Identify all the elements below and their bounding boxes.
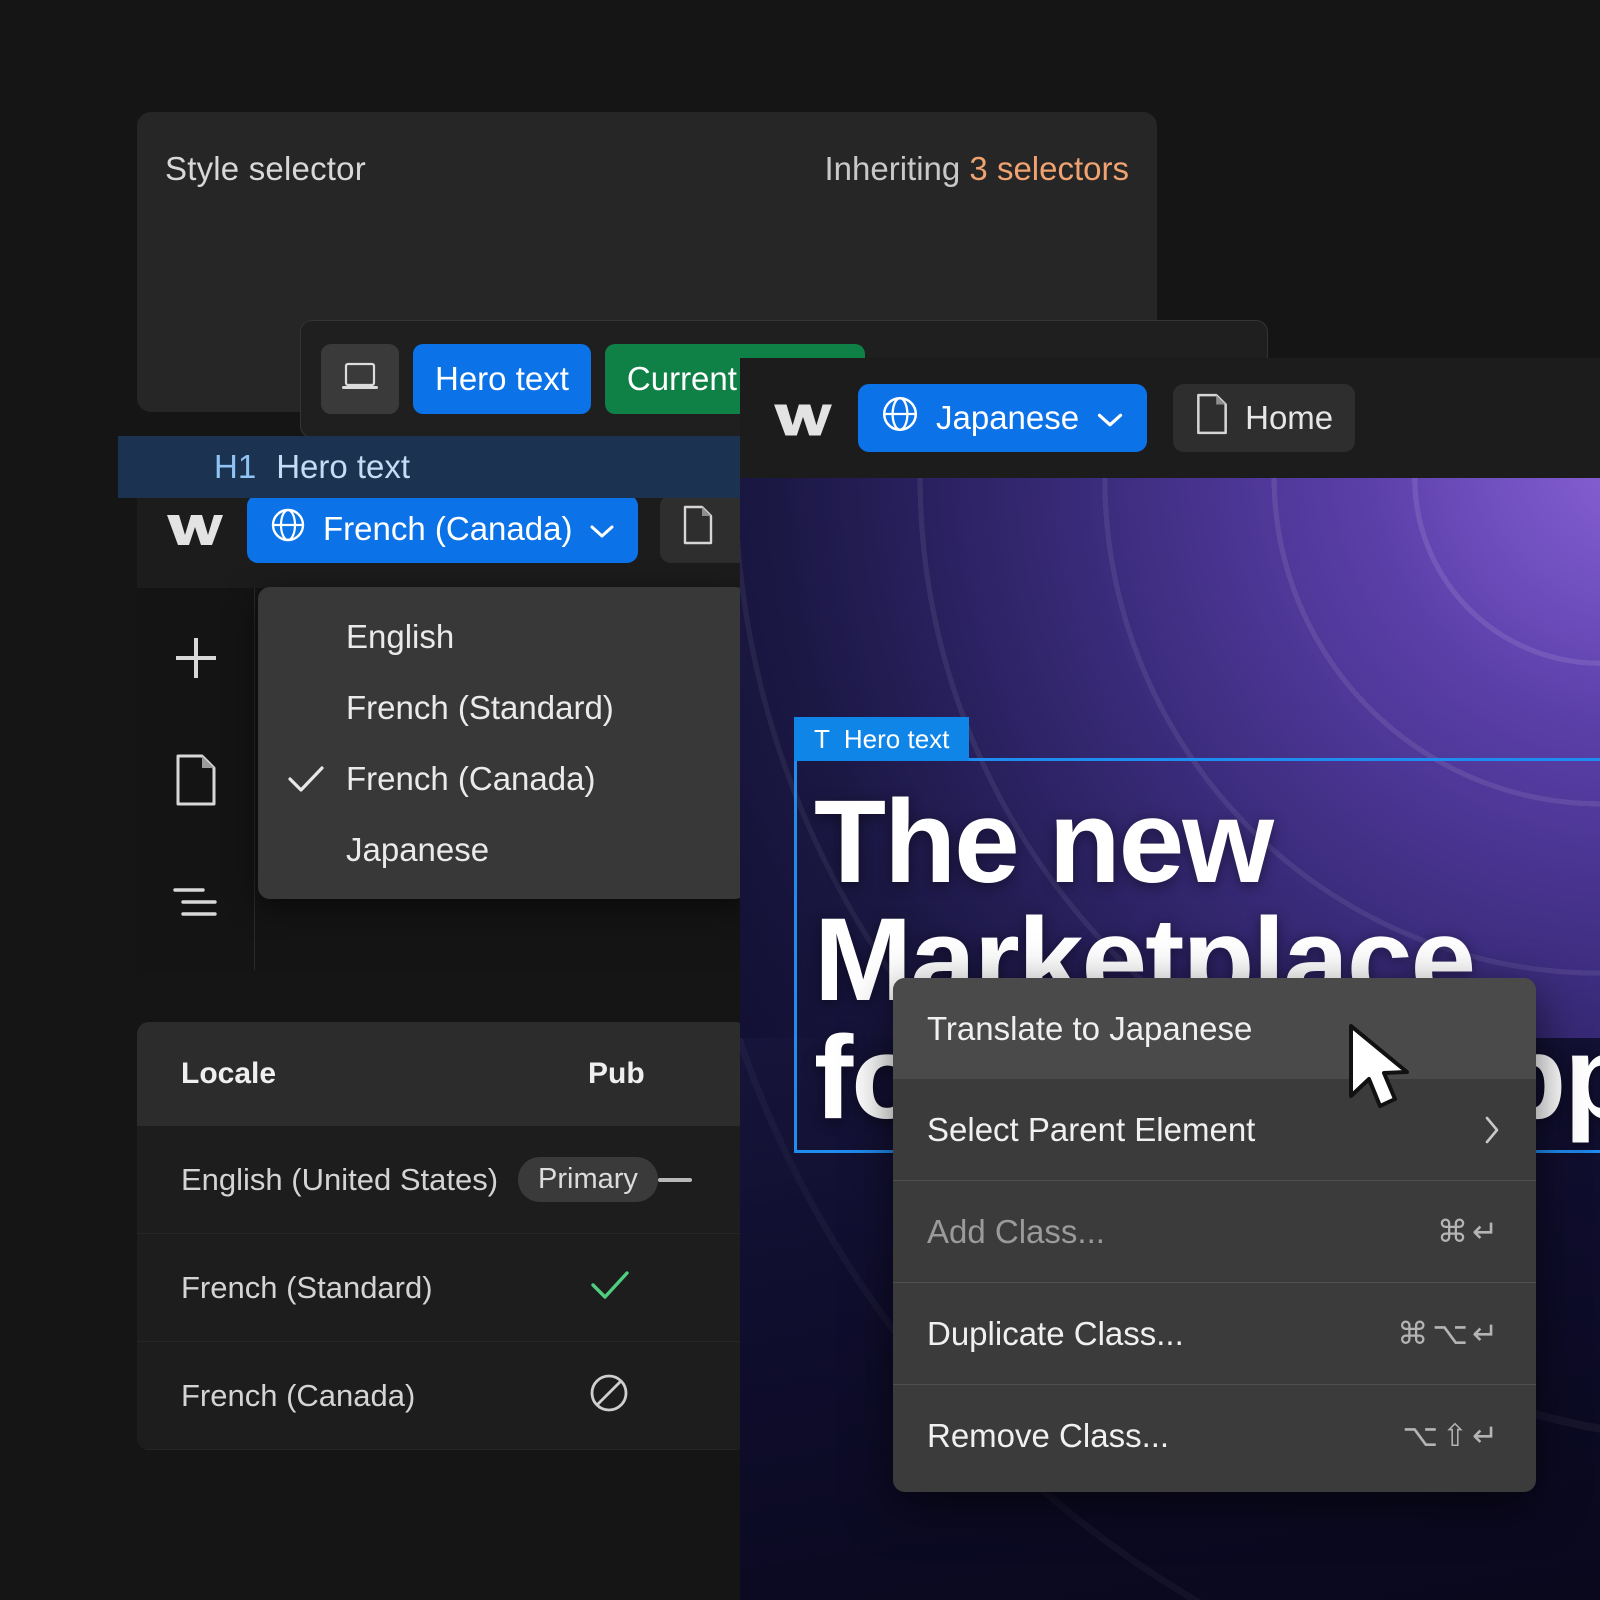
context-menu-item-shortcut: ⌘↵ [1437, 1214, 1502, 1250]
table-row[interactable]: French (Standard) [137, 1234, 747, 1342]
blocked-icon [588, 1372, 630, 1419]
locale-cell: English (United States) Primary [181, 1157, 658, 1202]
context-menu-item-label: Translate to Japanese [927, 1010, 1252, 1048]
context-menu-item-label: Select Parent Element [927, 1111, 1255, 1149]
published-cell [658, 1178, 703, 1182]
locale-name: French (Standard) [181, 1270, 433, 1306]
chevron-down-icon [588, 510, 616, 548]
globe-icon [269, 506, 307, 552]
add-icon[interactable] [166, 628, 226, 688]
hero-line-1: The new [814, 783, 1600, 901]
page-icon [1195, 393, 1229, 443]
dash-icon [658, 1178, 692, 1182]
locale-selector-button[interactable]: French (Canada) [247, 495, 638, 563]
text-element-icon: T [814, 724, 830, 755]
chevron-right-icon [1482, 1114, 1502, 1146]
canvas-page-selector-button[interactable]: Home [1173, 384, 1355, 452]
locale-menu-item-label: Japanese [346, 831, 489, 869]
locale-menu-item-french-canada[interactable]: French (Canada) [258, 743, 747, 814]
context-menu-item-add-class[interactable]: Add Class... ⌘↵ [893, 1181, 1536, 1282]
locale-table-header: Locale Pub [137, 1022, 747, 1126]
desktop-icon [341, 362, 379, 397]
locale-name: French (Canada) [181, 1378, 415, 1414]
status-badge: Primary [518, 1157, 658, 1202]
locale-name: English (United States) [181, 1162, 498, 1198]
column-header-locale: Locale [181, 1057, 588, 1091]
context-menu-item-duplicate-class[interactable]: Duplicate Class... ⌘⌥↵ [893, 1283, 1536, 1384]
inheriting-prefix: Inheriting [824, 150, 969, 187]
locale-menu-item-english[interactable]: English [258, 601, 747, 672]
context-menu-item-label: Duplicate Class... [927, 1315, 1184, 1353]
page-selector-button[interactable] [660, 495, 752, 563]
desktop-breakpoint-button[interactable] [321, 344, 399, 414]
navigator-row-label: Hero text [276, 448, 410, 486]
chevron-down-icon [1095, 399, 1125, 437]
locale-table: Locale Pub English (United States) Prima… [137, 1022, 747, 1450]
check-icon [284, 764, 328, 794]
canvas-locale-selector-button[interactable]: Japanese [858, 384, 1147, 452]
column-header-published: Pub [588, 1057, 703, 1091]
locale-cell: French (Standard) [181, 1270, 588, 1306]
page-title: Style selector [165, 150, 366, 188]
globe-icon [880, 394, 920, 442]
check-icon [588, 1268, 632, 1307]
locale-menu-item-label: English [346, 618, 454, 656]
published-cell [588, 1268, 703, 1307]
tool-rail [137, 588, 255, 970]
locale-selector-label: French (Canada) [323, 510, 572, 548]
locale-menu-item-label: French (Standard) [346, 689, 614, 727]
inheriting-count: 3 selectors [969, 150, 1129, 187]
style-selector-header: Style selector Inheriting 3 selectors [165, 150, 1129, 188]
context-menu-item-shortcut: ⌘⌥↵ [1397, 1316, 1502, 1352]
table-row[interactable]: English (United States) Primary [137, 1126, 747, 1234]
navigator-row-tag: H1 [214, 448, 256, 486]
webflow-logo [165, 507, 225, 551]
locale-menu-item-label: French (Canada) [346, 760, 595, 798]
context-menu-item-shortcut: ⌥⇧↵ [1402, 1418, 1502, 1454]
canvas-page-selector-label: Home [1245, 399, 1333, 437]
screenshot-root: Style selector Inheriting 3 selectors He… [0, 0, 1600, 1600]
locale-menu-item-japanese[interactable]: Japanese [258, 814, 747, 885]
table-row[interactable]: French (Canada) [137, 1342, 747, 1450]
context-menu-item-label: Remove Class... [927, 1417, 1169, 1455]
published-cell [588, 1372, 703, 1419]
context-menu-item-remove-class[interactable]: Remove Class... ⌥⇧↵ [893, 1385, 1536, 1486]
navigator-icon[interactable] [166, 872, 226, 932]
webflow-logo [772, 396, 832, 440]
context-menu-item-label: Add Class... [927, 1213, 1105, 1251]
page-icon [682, 505, 714, 553]
inheriting-status: Inheriting 3 selectors [824, 150, 1129, 188]
selection-label-badge: T Hero text [794, 717, 969, 761]
locale-dropdown-menu: English French (Standard) French (Canada… [258, 587, 747, 899]
context-menu-item-translate[interactable]: Translate to Japanese [893, 978, 1536, 1079]
style-chip-hero-text[interactable]: Hero text [413, 344, 591, 414]
pages-icon[interactable] [166, 750, 226, 810]
canvas-locale-selector-label: Japanese [936, 399, 1079, 437]
navigator-row-selected[interactable]: H1 Hero text [118, 436, 747, 498]
context-menu-item-select-parent[interactable]: Select Parent Element [893, 1079, 1536, 1180]
selection-label: Hero text [844, 724, 950, 755]
locale-menu-item-french-standard[interactable]: French (Standard) [258, 672, 747, 743]
canvas-topbar: Japanese Home [740, 358, 1600, 478]
context-menu: Translate to Japanese Select Parent Elem… [893, 978, 1536, 1492]
locale-cell: French (Canada) [181, 1378, 588, 1414]
